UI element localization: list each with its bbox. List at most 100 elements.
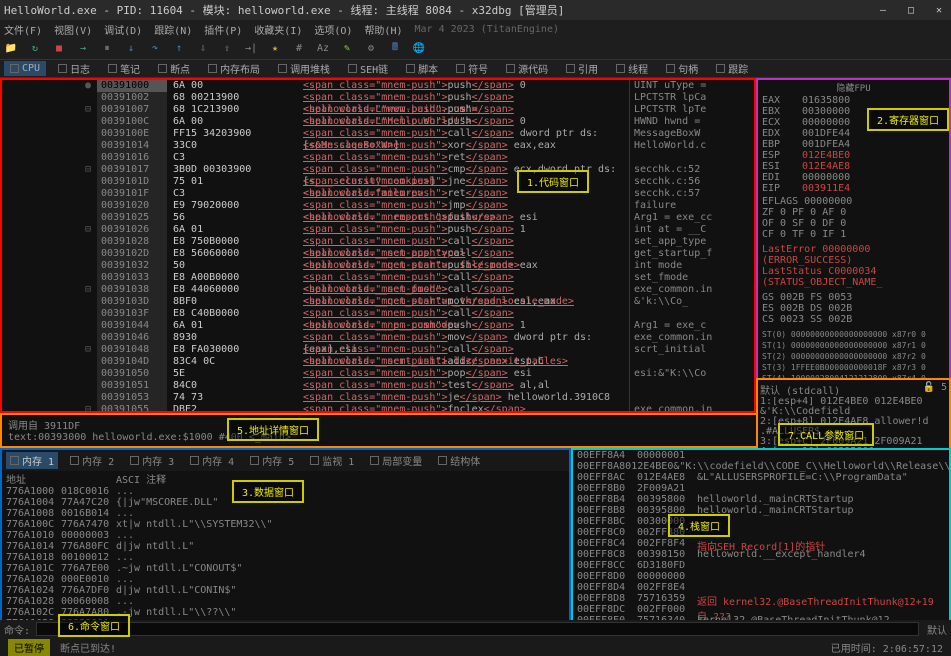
disasm-row[interactable]: 0039102556<span class="mnem-push">push</… (2, 212, 754, 224)
disassembly-panel[interactable]: 1.代码窗口 ●003910006A 00<span class="mnem-p… (0, 78, 756, 413)
hash-icon[interactable]: # (292, 42, 306, 56)
disasm-row[interactable]: ⊟003910266A 01<span class="mnem-push">pu… (2, 224, 754, 236)
maximize-button[interactable]: □ (903, 3, 919, 17)
text-icon[interactable]: Az (316, 42, 330, 56)
stack-row[interactable]: 00EFF8C4002FF8F4指向SEH_Record[1]的指针 (573, 538, 949, 549)
disasm-row[interactable]: 00391033E8 A00B0000<span class="mnem-pus… (2, 272, 754, 284)
disasm-row[interactable]: 0039103FE8 C40B0000<span class="mnem-pus… (2, 308, 754, 320)
dump-tab[interactable]: 内存 4 (186, 452, 238, 469)
tab-cpu[interactable]: CPU (4, 61, 46, 76)
stack-row[interactable]: 00EFF8AC012E4AE8&L"ALLUSERSPROFILE=C:\\P… (573, 472, 949, 483)
dump-tab[interactable]: 局部变量 (366, 452, 426, 469)
disasm-row[interactable]: 003910505E<span class="mnem-push">pop</s… (2, 368, 754, 380)
menu-trace[interactable]: 跟踪(N) (154, 22, 192, 37)
stack-panel[interactable]: 00EFF8A40000000100EFF8A8012E4BE0&"K:\\co… (571, 448, 951, 638)
step-over-icon[interactable]: ↷ (148, 42, 162, 56)
dump-row[interactable]: 776A10080016B014... (2, 508, 569, 519)
trace-into-icon[interactable]: ⇩ (196, 42, 210, 56)
stack-row[interactable]: 00EFF8BC00300000 (573, 516, 949, 527)
reg-eax[interactable]: EAX01635800 (758, 95, 949, 106)
command-input[interactable] (36, 622, 919, 636)
tab-notes[interactable]: 笔记 (102, 59, 146, 78)
disasm-row[interactable]: 0039105184C0<span class="mnem-push">test… (2, 380, 754, 392)
patch-icon[interactable]: ✎ (340, 42, 354, 56)
menu-debug[interactable]: 调试(D) (104, 22, 142, 37)
stack-row[interactable]: 00EFF8C800398150helloworld.__except_hand… (573, 549, 949, 560)
tab-trace[interactable]: 跟踪 (710, 59, 754, 78)
disasm-row[interactable]: ⊟00391055DBE2<span class="mnem-push">fnc… (2, 404, 754, 413)
menu-view[interactable]: 视图(V) (54, 22, 92, 37)
menu-plugins[interactable]: 插件(P) (204, 22, 242, 37)
close-button[interactable]: ✕ (931, 3, 947, 17)
dump-row[interactable]: 776A1020000E0010... (2, 574, 569, 585)
tab-script[interactable]: 脚本 (400, 59, 444, 78)
reg-ebp[interactable]: EBP001DFEA4 (758, 139, 949, 150)
disasm-row[interactable]: 0039102DE8 56060000<span class="mnem-pus… (2, 248, 754, 260)
reg-edi[interactable]: EDI00000000 (758, 172, 949, 183)
trace-over-icon[interactable]: ⇧ (220, 42, 234, 56)
dump-row[interactable]: 776A101800100012... (2, 552, 569, 563)
disasm-row[interactable]: ●003910006A 00<span class="mnem-push">pu… (2, 80, 754, 92)
disasm-row[interactable]: 003910468930<span class="mnem-push">mov<… (2, 332, 754, 344)
disasm-row[interactable]: 0039104D83C4 0C<span class="mnem-push">a… (2, 356, 754, 368)
dump-tab[interactable]: 监视 1 (306, 452, 358, 469)
disasm-row[interactable]: 00391016C3<span class="mnem-push">ret</s… (2, 152, 754, 164)
menu-favorites[interactable]: 收藏夹(I) (254, 22, 302, 37)
stack-row[interactable]: 00EFF8DC002FF000 (573, 604, 949, 615)
disasm-row[interactable]: 0039101FC3<span class="mnem-push">ret</s… (2, 188, 754, 200)
run-icon[interactable]: → (76, 42, 90, 56)
tab-sym[interactable]: 符号 (450, 59, 494, 78)
minimize-button[interactable]: — (875, 3, 891, 17)
tab-ref[interactable]: 引用 (560, 59, 604, 78)
dump-tab[interactable]: 结构体 (434, 452, 484, 469)
pause-icon[interactable]: ⏸ (100, 42, 114, 56)
open-icon[interactable]: 📁 (4, 42, 18, 56)
disasm-row[interactable]: 0039100268 00213900<span class="mnem-pus… (2, 92, 754, 104)
stack-row[interactable]: 00EFF8A400000001 (573, 450, 949, 461)
dump-tab[interactable]: 内存 2 (66, 452, 118, 469)
stack-row[interactable]: 00EFF8C0002FF880 (573, 527, 949, 538)
disasm-row[interactable]: 0039105374 73<span class="mnem-push">je<… (2, 392, 754, 404)
tab-log[interactable]: 日志 (52, 59, 96, 78)
tab-mem[interactable]: 内存布局 (202, 59, 266, 78)
tab-stack[interactable]: 调用堆栈 (272, 59, 336, 78)
stack-row[interactable]: 00EFF8D000000000 (573, 571, 949, 582)
dump-panel[interactable]: 内存 1内存 2内存 3内存 4内存 5监视 1局部变量结构体 地址 ASCI … (0, 448, 571, 638)
dump-row[interactable]: 776A100C776A7470xt|w ntdll.L"\\SYSTEM32\… (2, 519, 569, 530)
dump-row[interactable]: 776A102800060008... (2, 596, 569, 607)
dump-row[interactable]: 776A101000000003... (2, 530, 569, 541)
menu-options[interactable]: 选项(O) (314, 22, 352, 37)
stack-row[interactable]: 00EFF8A8012E4BE0&"K:\\codefield\\CODE_C\… (573, 461, 949, 472)
tab-seh[interactable]: SEH链 (342, 59, 394, 78)
globe-icon[interactable]: 🌐 (412, 42, 426, 56)
dump-tab[interactable]: 内存 1 (6, 452, 58, 469)
dump-row[interactable]: 776A101C776A7E00.~jw ntdll.L"CONOUT$" (2, 563, 569, 574)
reg-eip[interactable]: EIP003911E4 (758, 183, 949, 194)
disasm-row[interactable]: 0039103D8BF0<span class="mnem-push">mov<… (2, 296, 754, 308)
step-into-icon[interactable]: ↓ (124, 42, 138, 56)
tab-handle[interactable]: 句柄 (660, 59, 704, 78)
disasm-row[interactable]: 0039101433C0<span class="mnem-push">xor<… (2, 140, 754, 152)
disasm-row[interactable]: 0039100EFF15 34203900<span class="mnem-p… (2, 128, 754, 140)
disasm-row[interactable]: ⊟003910173B0D 00303900<span class="mnem-… (2, 164, 754, 176)
step-out-icon[interactable]: ↑ (172, 42, 186, 56)
stack-row[interactable]: 00EFF8D875716359返回 kernel32.@BaseThreadI… (573, 593, 949, 604)
bell-icon[interactable]: ⚙ (364, 42, 378, 56)
stack-row[interactable]: 00EFF8B800395800helloworld._mainCRTStart… (573, 505, 949, 516)
stack-row[interactable]: 00EFF8B400395800helloworld._mainCRTStart… (573, 494, 949, 505)
stop-icon[interactable]: ■ (52, 42, 66, 56)
stack-row[interactable]: 00EFF8B02F009A21 (573, 483, 949, 494)
stack-row[interactable]: 00EFF8CC6D3180FD (573, 560, 949, 571)
disasm-row[interactable]: ⊟00391048E8 FA030000<span class="mnem-pu… (2, 344, 754, 356)
disasm-row[interactable]: 00391028E8 750B0000<span class="mnem-pus… (2, 236, 754, 248)
disasm-row[interactable]: 0039103250<span class="mnem-push">push</… (2, 260, 754, 272)
tab-bp[interactable]: 断点 (152, 59, 196, 78)
run-to-icon[interactable]: →| (244, 42, 258, 56)
restart-icon[interactable]: ↻ (28, 42, 42, 56)
disasm-row[interactable]: 003910446A 01<span class="mnem-push">pus… (2, 320, 754, 332)
tab-src[interactable]: 源代码 (500, 59, 554, 78)
disasm-row[interactable]: ⊟0039100768 1C213900<span class="mnem-pu… (2, 104, 754, 116)
stack-row[interactable]: 00EFF8D4002FF8E4 (573, 582, 949, 593)
menu-file[interactable]: 文件(F) (4, 22, 42, 37)
dump-row[interactable]: 776A1014776A80FCd|jw ntdll.L" (2, 541, 569, 552)
